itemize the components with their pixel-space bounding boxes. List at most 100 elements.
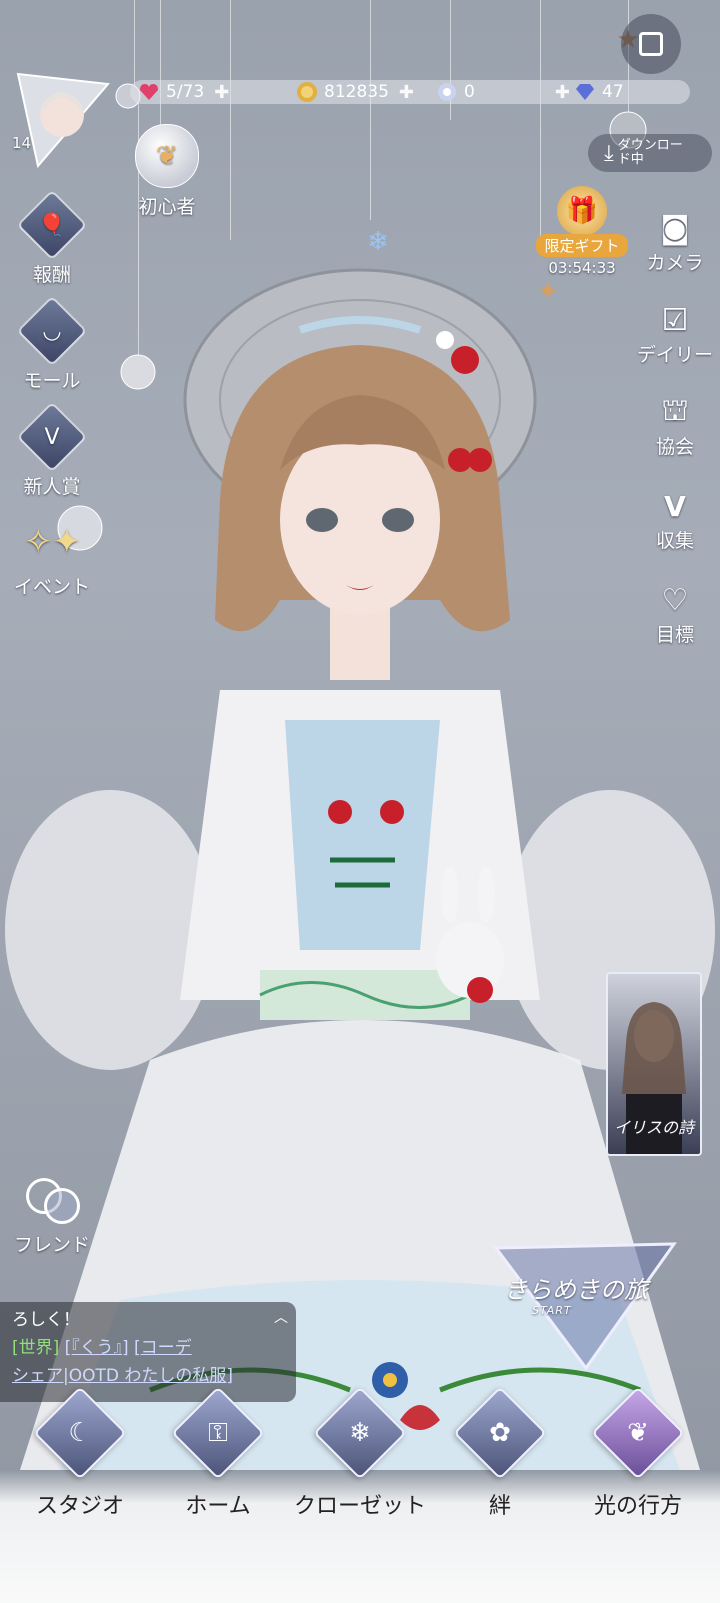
chat-line: ろしく！ <box>12 1310 80 1330</box>
download-icon: ⤓ <box>604 140 614 166</box>
butterfly-orb-icon: ❦ <box>135 124 199 188</box>
nav-closet[interactable]: ❄ クローゼット <box>290 1386 430 1520</box>
friends-bubble-icon <box>22 1176 82 1226</box>
download-indicator[interactable]: ⤓ ダウンロード中 <box>588 134 712 172</box>
event-button[interactable]: ✧✦ イベント <box>2 522 102 599</box>
studio-icon-frame: ☾ <box>33 1386 127 1480</box>
bunny-ear <box>441 867 459 923</box>
left-eye <box>306 508 338 532</box>
gold-counter[interactable]: 812835 ✚ <box>296 78 414 106</box>
nav-light-label: 光の行方 <box>593 1494 682 1519</box>
beginner-button[interactable]: ❦ 初心者 <box>117 124 217 219</box>
journey-title: きらめきの旅 <box>504 1276 648 1304</box>
strawberry-hairpin <box>468 448 492 472</box>
diamond-counter[interactable]: 47 <box>574 78 624 106</box>
newcomer-label: 新人賞 <box>23 476 81 498</box>
download-label: ダウンロード中 <box>617 138 683 167</box>
add-crystal-icon[interactable]: ✚ <box>555 82 570 103</box>
face <box>280 425 440 615</box>
newcomer-button[interactable]: V 新人賞 <box>2 401 102 499</box>
daisy-hairpin <box>436 331 454 349</box>
hanging-orb <box>120 354 156 390</box>
embroidery-flower-center <box>383 1373 397 1387</box>
limited-gift-button[interactable]: 🎁 限定ギフト 03:54:33 <box>536 186 628 277</box>
chat-share-link-cont[interactable]: シェア|OOTD わたしの私服] <box>12 1362 284 1390</box>
friend-label: フレンド <box>13 1234 90 1256</box>
journey-start-button[interactable]: きらめきの旅 START <box>490 1236 680 1376</box>
gift-timer: 03:54:33 <box>548 259 616 277</box>
gold-value: 812835 <box>324 82 389 102</box>
world-chat-box[interactable]: ろしく！ [世界] [『くう』] [コーデ シェア|OOTD わたしの私服] ︿ <box>0 1302 296 1402</box>
nav-light[interactable]: ❦ 光の行方 <box>568 1386 708 1520</box>
v-emblem-icon: V <box>44 424 60 450</box>
goal-label: 目標 <box>655 624 694 646</box>
mall-icon-frame: ◡ <box>16 295 88 367</box>
home-icon-frame: ⚿ <box>171 1386 265 1480</box>
star-ornament: ✦ <box>537 277 559 307</box>
mall-label: モール <box>23 370 81 392</box>
newcomer-icon-frame: V <box>16 401 88 473</box>
building-icon: ⛫ <box>661 392 689 428</box>
nav-closet-label: クローゼット <box>293 1494 426 1519</box>
gold-coin-icon <box>297 82 317 102</box>
reward-icon-frame: 🎈 <box>16 189 88 261</box>
chat-share-link[interactable]: [コーデ <box>134 1338 192 1358</box>
banner-title: イリスの詩 <box>613 1118 694 1137</box>
bodice-blue <box>285 720 440 950</box>
mall-button[interactable]: ◡ モール <box>2 295 102 393</box>
chat-user-link[interactable]: [『くう』] <box>65 1338 129 1358</box>
butterfly-icon: ❦ <box>627 1418 649 1448</box>
shopping-bag-icon: ◡ <box>42 318 62 344</box>
chat-channel: [世界] <box>12 1338 60 1358</box>
v-badge-icon: V <box>664 489 686 523</box>
avatar-frame <box>16 72 110 169</box>
journey-triangle-frame <box>493 1242 677 1371</box>
add-stamina-icon[interactable]: ✚ <box>214 82 229 103</box>
nav-bond[interactable]: ✿ 絆 <box>430 1386 570 1520</box>
snowflake-icon: ❄ <box>349 1418 371 1448</box>
beginner-label: 初心者 <box>138 196 196 218</box>
guild-button[interactable]: ⛫ 協会 <box>630 392 720 459</box>
add-gold-icon[interactable]: ✚ <box>399 82 414 103</box>
daily-button[interactable]: ☑ デイリー <box>630 300 720 367</box>
crystal-counter[interactable]: 0 ✚ <box>436 78 570 106</box>
right-eye <box>382 508 414 532</box>
crystal-value: 0 <box>464 82 475 102</box>
stamina-counter[interactable]: 5/73 ✚ <box>138 78 229 106</box>
medal-heart-icon: ♡ <box>661 582 689 618</box>
camera-label: カメラ <box>646 252 704 274</box>
calendar-check-icon: ☑ <box>661 302 689 338</box>
reward-label: 報酬 <box>32 264 71 286</box>
menu-button[interactable] <box>621 14 681 74</box>
stamina-value: 5/73 <box>166 82 205 102</box>
player-avatar[interactable]: 14 <box>10 70 110 170</box>
heart-gem-icon <box>140 84 158 100</box>
chat-collapse-icon[interactable]: ︿ <box>274 1304 288 1332</box>
nav-studio[interactable]: ☾ スタジオ <box>10 1386 150 1520</box>
sparkle-stars-icon: ✧✦ <box>24 522 81 562</box>
closet-icon-frame: ❄ <box>313 1386 407 1480</box>
light-icon-frame: ❦ <box>591 1386 685 1480</box>
gift-box-icon: 🎁 <box>557 186 607 236</box>
clover-icon: ✿ <box>489 1418 511 1448</box>
reward-button[interactable]: 🎈 報酬 <box>2 189 102 287</box>
nav-home[interactable]: ⚿ ホーム <box>148 1386 288 1520</box>
event-banner[interactable]: イリスの詩 <box>606 972 702 1156</box>
diamond-value: 47 <box>602 82 624 102</box>
guild-label: 協会 <box>655 436 694 458</box>
moon-camera-icon: ☾ <box>68 1418 92 1448</box>
square-menu-icon <box>639 32 663 56</box>
bond-icon-frame: ✿ <box>453 1386 547 1480</box>
cherry <box>328 800 352 824</box>
cherry <box>380 800 404 824</box>
collection-button[interactable]: V 収集 <box>630 486 720 553</box>
event-label: イベント <box>13 576 90 598</box>
goal-button[interactable]: ♡ 目標 <box>630 580 720 647</box>
diamond-icon <box>576 84 594 100</box>
friend-button[interactable]: フレンド <box>2 1176 102 1257</box>
left-sleeve <box>5 790 215 1070</box>
nav-studio-label: スタジオ <box>35 1494 124 1519</box>
key-icon: ⚿ <box>208 1417 228 1448</box>
journey-start-label: START <box>532 1304 572 1317</box>
camera-button[interactable]: ◙ カメラ <box>630 208 720 275</box>
